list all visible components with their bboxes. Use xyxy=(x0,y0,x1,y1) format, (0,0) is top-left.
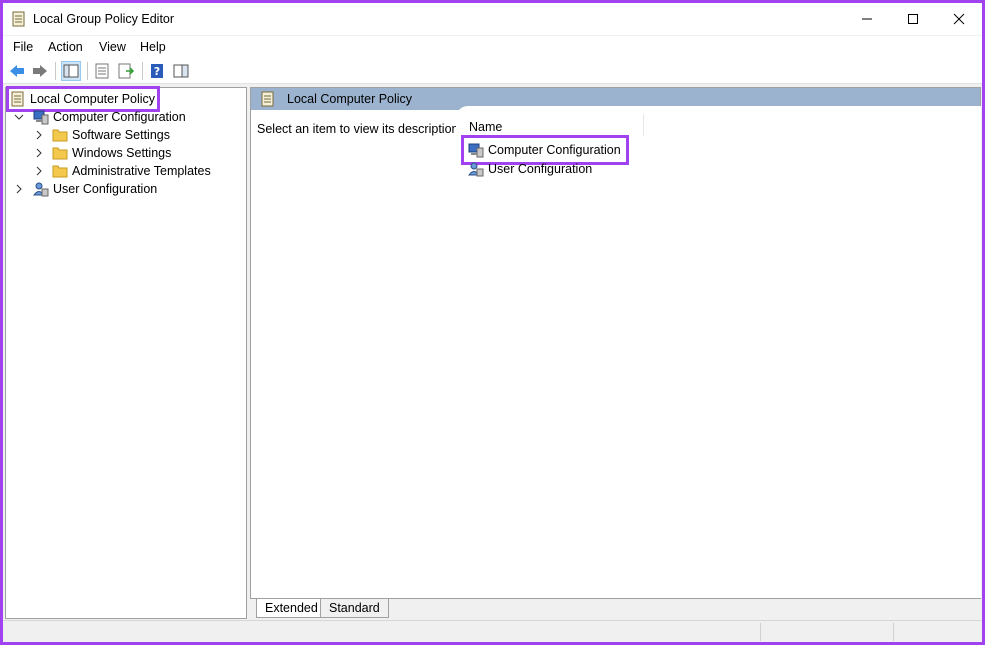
tree-item-label: Software Settings xyxy=(72,128,170,142)
tree-item-administrative-templates[interactable]: Administrative Templates xyxy=(34,162,211,180)
tree-item-user-configuration[interactable]: User Configuration xyxy=(14,180,157,198)
help-icon: ? xyxy=(151,64,163,78)
app-window: Local Group Policy Editor File Action Vi… xyxy=(0,0,985,645)
user-icon xyxy=(33,182,49,197)
forward-button[interactable] xyxy=(30,61,50,81)
minimize-icon xyxy=(862,18,872,20)
tree-item-windows-settings[interactable]: Windows Settings xyxy=(34,144,171,162)
toolbar-separator xyxy=(87,62,88,80)
item-list: Name Computer Configuration User Configu… xyxy=(456,106,981,598)
back-arrow-icon xyxy=(10,65,24,77)
chevron-right-icon[interactable] xyxy=(34,166,44,176)
tab-extended[interactable]: Extended xyxy=(256,599,327,618)
menu-bar: File Action View Help xyxy=(3,36,982,58)
back-button[interactable] xyxy=(7,61,27,81)
column-header-name[interactable]: Name xyxy=(469,120,502,134)
close-icon xyxy=(953,13,965,25)
column-divider[interactable] xyxy=(643,114,644,136)
title-bar: Local Group Policy Editor xyxy=(3,3,982,35)
user-icon xyxy=(468,162,484,177)
status-divider xyxy=(893,623,894,641)
tree-item-computer-configuration[interactable]: Computer Configuration xyxy=(14,108,186,126)
tree-item-software-settings[interactable]: Software Settings xyxy=(34,126,170,144)
maximize-button[interactable] xyxy=(890,3,936,35)
help-button[interactable]: ? xyxy=(147,61,167,81)
console-tree-icon xyxy=(63,64,79,78)
tree-item-label: User Configuration xyxy=(53,182,158,196)
tree-item-label: Administrative Templates xyxy=(72,164,211,178)
window-title: Local Group Policy Editor xyxy=(33,12,175,26)
menu-view[interactable]: View xyxy=(99,40,126,54)
list-item-user-configuration[interactable]: User Configuration xyxy=(468,160,592,178)
policy-document-icon xyxy=(12,11,25,27)
properties-icon xyxy=(95,63,109,79)
folder-icon xyxy=(52,129,68,142)
chevron-right-icon[interactable] xyxy=(34,130,44,140)
svg-text:?: ? xyxy=(154,65,160,78)
details-header-title: Local Computer Policy xyxy=(287,92,413,106)
tree-item-label: Computer Configuration xyxy=(53,110,186,124)
show-action-pane-button[interactable] xyxy=(171,61,191,81)
properties-button[interactable] xyxy=(92,61,112,81)
menu-help[interactable]: Help xyxy=(140,40,166,54)
menu-action[interactable]: Action xyxy=(48,40,83,54)
console-tree: Local Computer Policy Computer Configura… xyxy=(5,86,247,619)
folder-icon xyxy=(52,147,68,160)
computer-icon xyxy=(33,110,49,125)
chevron-right-icon[interactable] xyxy=(34,148,44,158)
status-bar xyxy=(3,620,982,642)
chevron-right-icon[interactable] xyxy=(14,184,24,194)
tab-standard[interactable]: Standard xyxy=(320,599,389,618)
list-item-label: User Configuration xyxy=(488,162,593,176)
export-list-button[interactable] xyxy=(116,61,136,81)
close-button[interactable] xyxy=(936,3,982,35)
toolbar-separator xyxy=(55,62,56,80)
maximize-icon xyxy=(908,14,918,24)
chevron-down-icon[interactable] xyxy=(14,112,24,122)
export-list-icon xyxy=(118,63,135,79)
policy-document-icon xyxy=(261,91,274,107)
forward-arrow-icon xyxy=(33,65,47,77)
show-hide-tree-button[interactable] xyxy=(61,61,81,81)
description-text: Select an item to view its description. xyxy=(257,122,462,136)
action-pane-icon xyxy=(173,64,189,78)
menu-file[interactable]: File xyxy=(13,40,33,54)
tree-item-label: Windows Settings xyxy=(72,146,172,160)
folder-icon xyxy=(52,165,68,178)
toolbar-separator xyxy=(142,62,143,80)
toolbar: ? xyxy=(3,58,982,84)
view-tabs: Extended Standard xyxy=(250,599,981,619)
details-pane: Local Computer Policy Select an item to … xyxy=(250,87,981,599)
minimize-button[interactable] xyxy=(844,3,890,35)
status-divider xyxy=(760,623,761,641)
